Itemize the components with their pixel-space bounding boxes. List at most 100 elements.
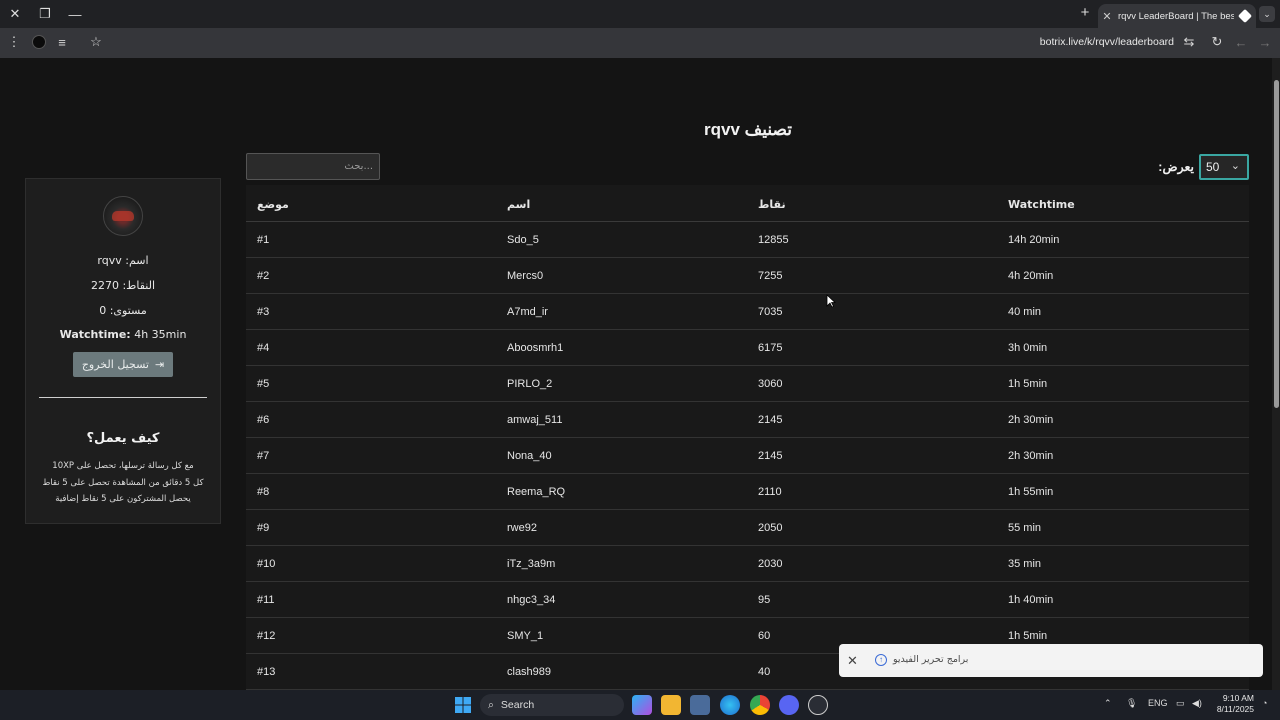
- tray-chevron-icon[interactable]: ⌃: [1104, 698, 1112, 709]
- reload-icon[interactable]: ↻: [1207, 32, 1227, 52]
- volume-icon[interactable]: ◀): [1192, 698, 1202, 709]
- reading-list-icon[interactable]: ≡: [52, 32, 72, 52]
- watchtime-label: Watchtime:: [59, 328, 131, 341]
- table-row: #4 Aboosmrh1 6175 3h 0min: [246, 330, 1249, 366]
- table-row: #11 nhgc3_34 95 1h 40min: [246, 582, 1249, 618]
- row-name: SMY_1: [507, 630, 544, 642]
- table-row: #7 Nona_40 2145 2h 30min: [246, 438, 1249, 474]
- taskbar-clock[interactable]: 9:10 AM 8/11/2025: [1208, 693, 1254, 715]
- table-row: #5 PIRLO_2 3060 1h 5min: [246, 366, 1249, 402]
- row-name: amwaj_511: [507, 414, 563, 426]
- toast-text: برامج تحرير الفيديو: [893, 654, 969, 665]
- file-explorer-icon[interactable]: [661, 695, 681, 715]
- entries-select[interactable]: 50 ⌄: [1199, 154, 1249, 180]
- row-name: A7md_ir: [507, 306, 548, 318]
- copilot-icon[interactable]: [632, 695, 652, 715]
- row-watchtime: 14h 20min: [1008, 234, 1060, 246]
- new-tab-plus-icon[interactable]: +: [1076, 4, 1094, 22]
- row-points: 40: [758, 666, 771, 678]
- tab-title: rqvv LeaderBoard | The best Ch: [1118, 10, 1234, 22]
- logout-button[interactable]: تسجيل الخروج ⇥: [73, 352, 173, 377]
- taskbar-search[interactable]: ⌕ Search: [480, 694, 624, 716]
- row-points: 7035: [758, 306, 783, 318]
- window-restore-icon[interactable]: ❐: [32, 3, 58, 25]
- toast-notification[interactable]: ✕ ↑ برامج تحرير الفيديو: [839, 644, 1263, 677]
- clock-time: 9:10 AM: [1222, 693, 1254, 703]
- row-points: 2030: [758, 558, 783, 570]
- row-position: #2: [257, 270, 270, 282]
- row-watchtime: 1h 5min: [1008, 630, 1048, 642]
- profile-watchtime: Watchtime: 4h 35min: [28, 328, 218, 341]
- discord-icon[interactable]: [779, 695, 799, 715]
- browser-tab[interactable]: ✕ rqvv LeaderBoard | The best Ch: [1098, 4, 1256, 28]
- table-row: #2 Mercs0 7255 4h 20min: [246, 258, 1249, 294]
- window-minimize-icon[interactable]: —: [62, 3, 88, 25]
- profile-avatar-icon[interactable]: [32, 35, 46, 49]
- back-arrow-icon[interactable]: ←: [1231, 32, 1251, 52]
- row-watchtime: 55 min: [1008, 522, 1042, 534]
- header-name[interactable]: اسم: [507, 198, 530, 211]
- windows-start-icon[interactable]: [453, 695, 473, 715]
- how-it-works-title: كيف يعمل؟: [86, 431, 160, 446]
- row-watchtime: 3h 0min: [1008, 342, 1048, 354]
- row-points: 12855: [758, 234, 789, 246]
- how-it-works-line: كل 5 دقائق من المشاهدة تحصل على 5 نقاط: [42, 478, 204, 488]
- row-name: Nona_40: [507, 450, 552, 462]
- row-position: #7: [257, 450, 270, 462]
- row-points: 2050: [758, 522, 783, 534]
- row-position: #9: [257, 522, 270, 534]
- app-icon[interactable]: [808, 695, 828, 715]
- row-position: #10: [257, 558, 276, 570]
- edge-browser-icon[interactable]: [720, 695, 740, 715]
- row-points: 2145: [758, 450, 783, 462]
- leaderboard-table: موضع اسم نقاط Watchtime #1 Sdo_5 12855 14h …: [246, 185, 1249, 690]
- row-name: iTz_3a9m: [507, 558, 556, 570]
- row-watchtime: 1h 5min: [1008, 378, 1048, 390]
- row-position: #11: [257, 594, 275, 606]
- microphone-icon[interactable]: 🎙: [1126, 698, 1137, 709]
- row-points: 60: [758, 630, 771, 642]
- row-points: 3060: [758, 378, 783, 390]
- browser-menu-icon[interactable]: ⋮: [4, 32, 24, 52]
- header-watchtime[interactable]: Watchtime: [1008, 198, 1075, 211]
- tab-close-icon[interactable]: ✕: [1098, 10, 1116, 23]
- page-title: rqvv تصنيف: [704, 120, 792, 139]
- row-name: Sdo_5: [507, 234, 539, 246]
- search-icon: ⌕: [488, 698, 494, 711]
- notification-icon[interactable]: ◔: [1262, 698, 1267, 708]
- row-watchtime: 40 min: [1008, 306, 1042, 318]
- window-close-icon[interactable]: ✕: [2, 3, 28, 25]
- profile-name: rqvv :اسم: [97, 254, 149, 267]
- language-indicator[interactable]: ENG: [1148, 698, 1168, 708]
- taskbar-search-label: Search: [500, 699, 535, 711]
- header-points[interactable]: نقاط: [758, 198, 786, 211]
- bookmark-star-icon[interactable]: ☆: [86, 32, 106, 52]
- row-points: 95: [758, 594, 771, 606]
- entries-label: :يعرض: [1158, 160, 1194, 174]
- row-position: #3: [257, 306, 270, 318]
- network-icon[interactable]: ▭: [1176, 698, 1185, 709]
- page-scrollbar-thumb[interactable]: [1274, 80, 1279, 408]
- site-settings-icon[interactable]: ⇆: [1179, 32, 1199, 52]
- how-it-works-line: يحصل المشتركون على 5 نقاط إضافية: [55, 494, 191, 504]
- row-points: 2145: [758, 414, 783, 426]
- row-watchtime: 2h 30min: [1008, 450, 1054, 462]
- toast-close-icon[interactable]: ✕: [847, 653, 858, 669]
- row-points: 6175: [758, 342, 783, 354]
- profile-level: مستوى: 0: [99, 304, 147, 317]
- address-bar-url[interactable]: botrix.live/k/rqvv/leaderboard: [960, 36, 1174, 48]
- row-watchtime: 4h 20min: [1008, 270, 1054, 282]
- how-it-works-line: مع كل رسالة ترسلها، تحصل على 10XP: [52, 461, 194, 471]
- store-icon[interactable]: [690, 695, 710, 715]
- chrome-browser-icon[interactable]: [750, 695, 770, 715]
- search-input[interactable]: [246, 153, 380, 180]
- forward-arrow-icon[interactable]: →: [1255, 32, 1275, 52]
- tab-search-chevron-icon[interactable]: ⌄: [1259, 6, 1275, 22]
- table-row: #6 amwaj_511 2145 2h 30min: [246, 402, 1249, 438]
- profile-points: النقاط: 2270: [90, 279, 156, 292]
- row-name: Aboosmrh1: [507, 342, 564, 354]
- entries-select-value: 50: [1206, 160, 1220, 174]
- header-position[interactable]: موضع: [257, 198, 289, 211]
- row-watchtime: 1h 55min: [1008, 486, 1054, 498]
- table-row: #3 A7md_ir 7035 40 min: [246, 294, 1249, 330]
